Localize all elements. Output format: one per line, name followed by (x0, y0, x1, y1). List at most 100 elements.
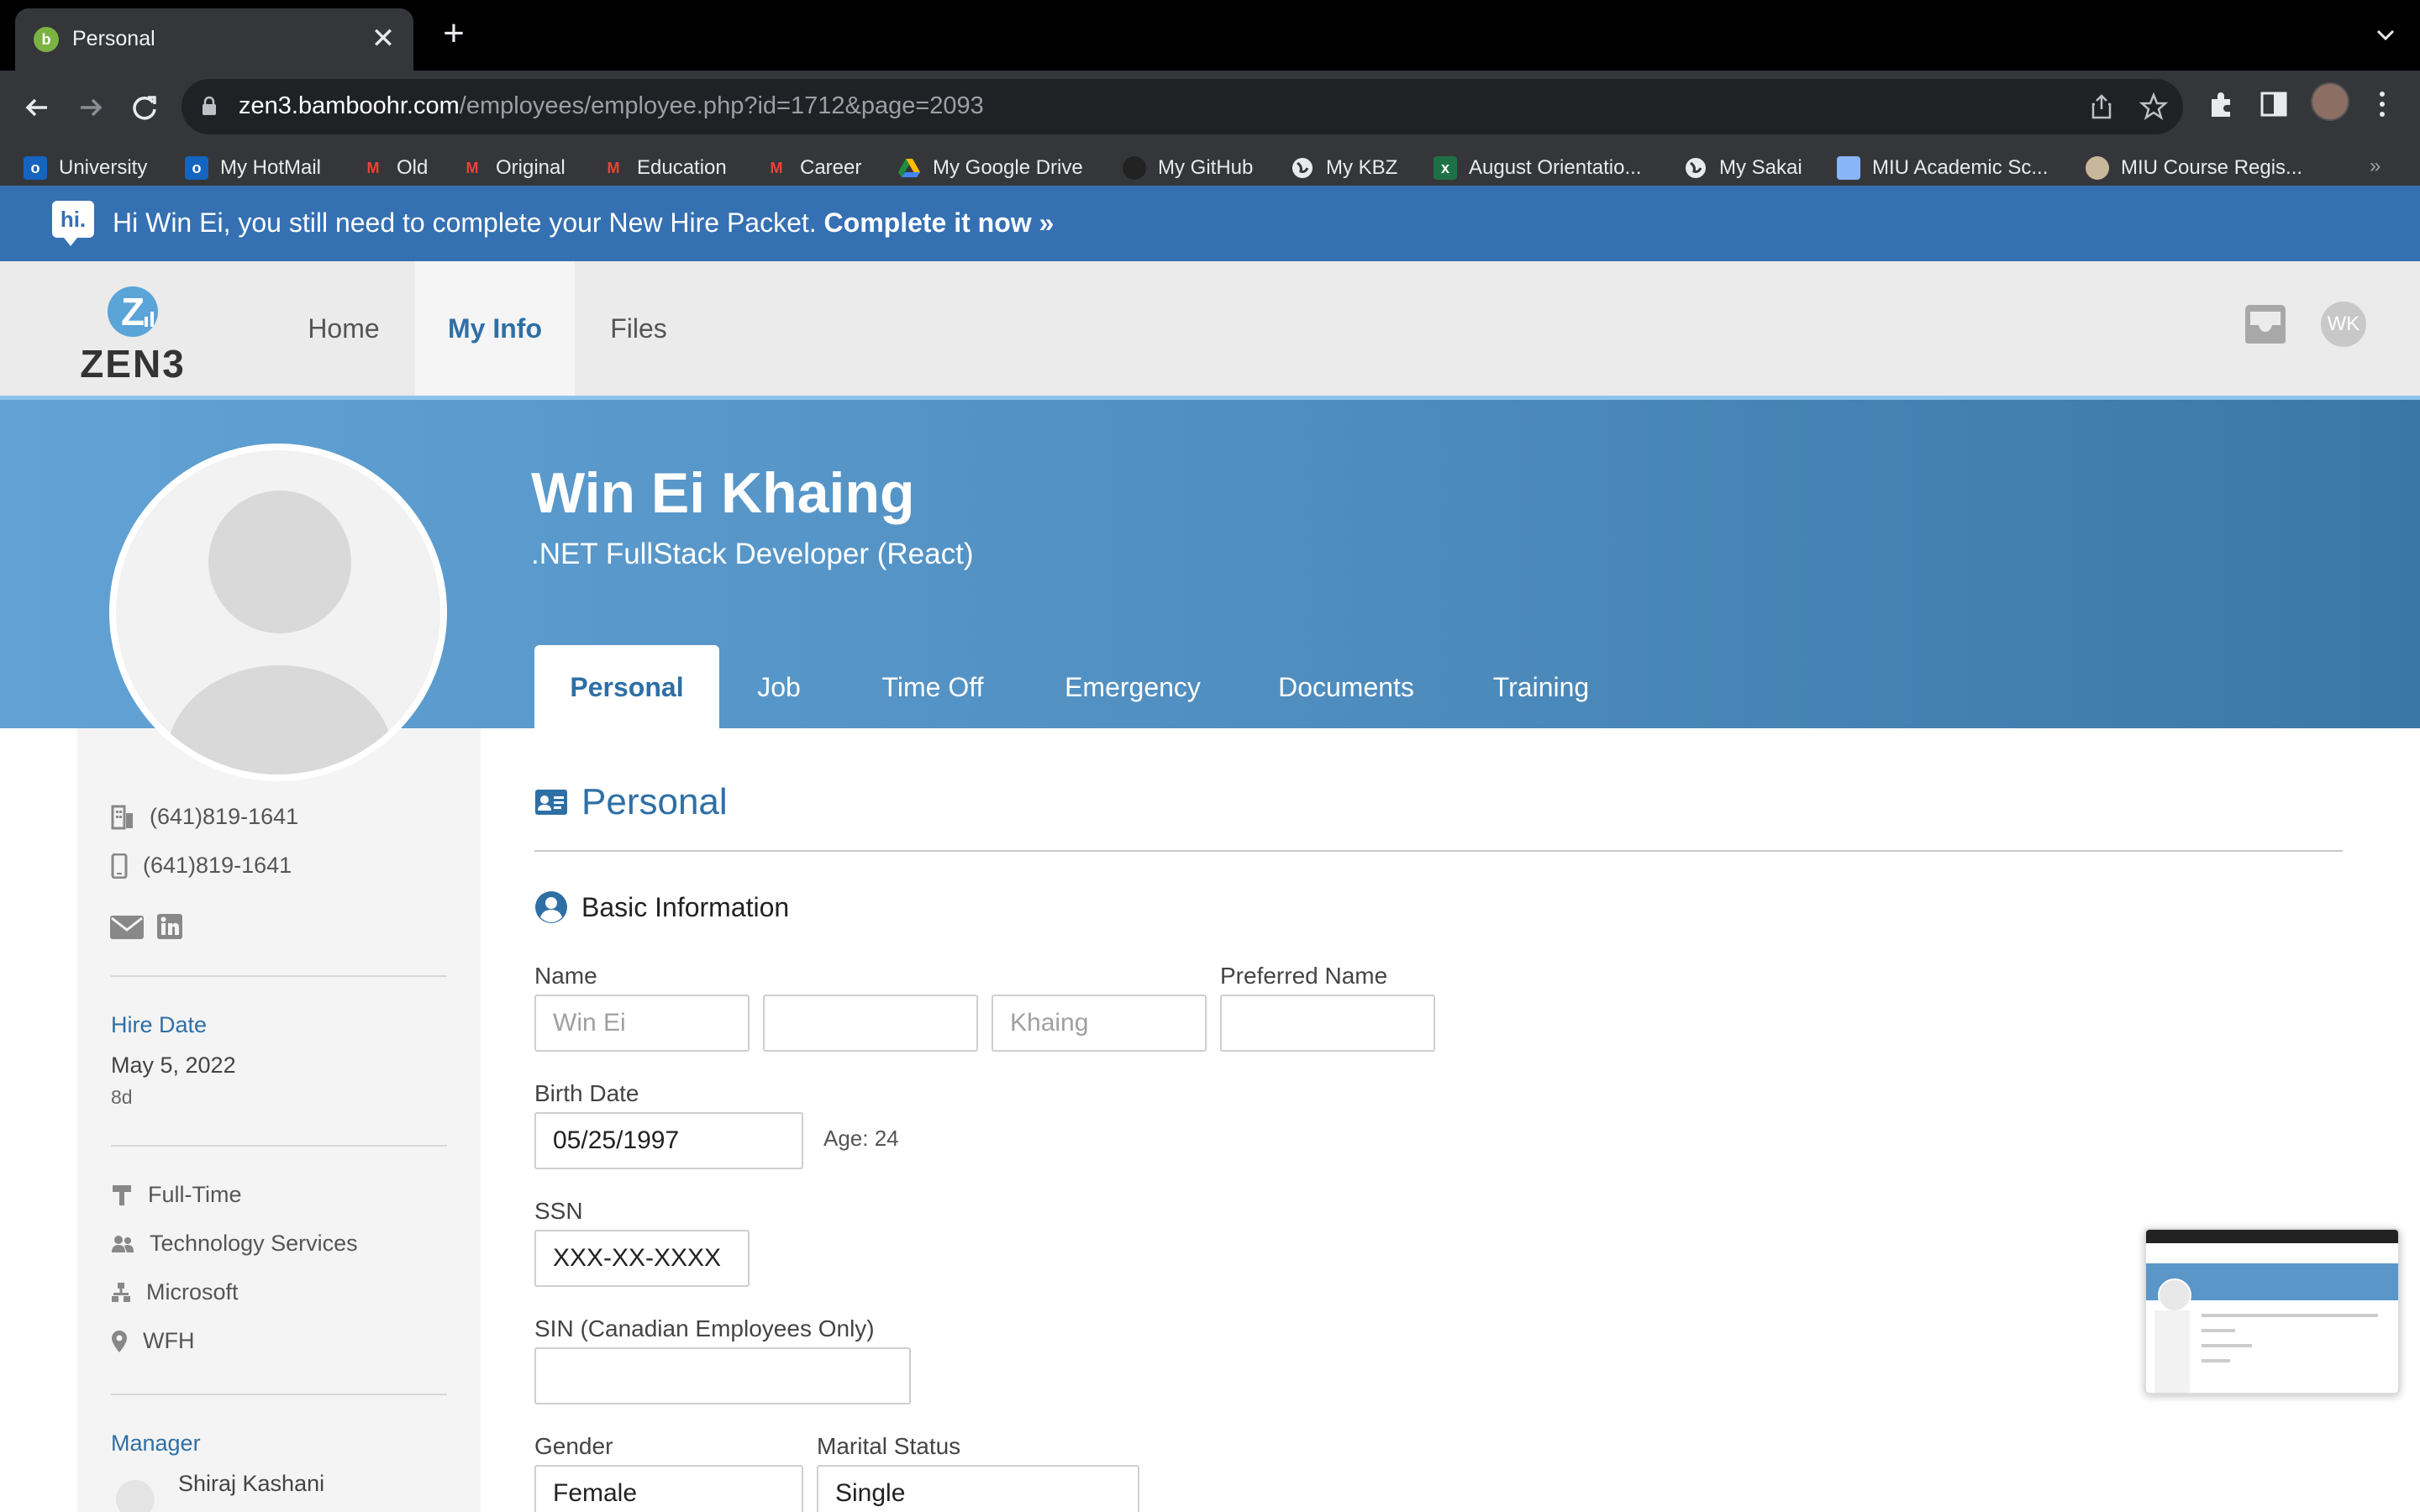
globe-icon (1684, 156, 1707, 180)
id-card-icon (535, 790, 567, 815)
bookmark-star-icon[interactable] (2139, 92, 2168, 121)
lock-icon[interactable] (202, 96, 217, 116)
marital-status-select[interactable]: Single (817, 1465, 1139, 1512)
divider (111, 1145, 447, 1147)
new-tab-button[interactable]: + (437, 15, 471, 52)
gender-select[interactable]: Female (534, 1465, 803, 1512)
bookmark-item[interactable]: M Education (602, 151, 727, 185)
share-icon[interactable] (2087, 92, 2116, 121)
org-chart-icon (112, 1282, 130, 1302)
svg-text:Z: Z (121, 290, 145, 333)
bookmark-item[interactable]: MIU Academic Sc... (1837, 151, 2048, 185)
thumb-line (2202, 1344, 2252, 1347)
address-bar[interactable]: zen3.bamboohr.com/employees/employee.php… (182, 79, 2183, 134)
email-icon[interactable] (109, 915, 145, 940)
gmail-icon: M (366, 160, 380, 176)
middle-name-field[interactable] (763, 995, 978, 1052)
office-phone-icon (111, 805, 133, 829)
division: Microsoft (111, 1279, 239, 1305)
bookmark-item[interactable]: My Google Drive (897, 151, 1083, 185)
employee-name: Win Ei Khaing (531, 461, 915, 525)
bookmarks-overflow-button[interactable]: » (2370, 155, 2381, 178)
svg-text:ZEN3: ZEN3 (80, 342, 186, 382)
drive-icon (897, 156, 921, 180)
thumb-avatar (2158, 1278, 2191, 1312)
bookmark-item[interactable]: My Sakai (1684, 151, 1802, 185)
bookmark-item[interactable]: MIU Course Regis... (2086, 151, 2302, 185)
preferred-name-field[interactable] (1220, 995, 1435, 1052)
gender-label: Gender (534, 1433, 613, 1459)
app-navigation: Z ZEN3 Home My Info Files WK (0, 261, 2420, 396)
browser-tab[interactable]: b Personal ✕ (15, 8, 413, 71)
side-panel-icon[interactable] (2257, 87, 2291, 121)
circle-icon (2086, 156, 2109, 180)
bookmark-item[interactable]: o My HotMail (185, 151, 321, 185)
bookmark-item[interactable]: o University (24, 151, 147, 185)
hire-date-label: Hire Date (111, 1012, 208, 1037)
inbox-icon[interactable] (2242, 303, 2289, 345)
preferred-name-label: Preferred Name (1220, 963, 1388, 989)
screenshot-preview-thumbnail[interactable] (2144, 1228, 2400, 1394)
nav-home[interactable]: Home (291, 261, 397, 396)
thumb-line (2202, 1329, 2235, 1332)
user-avatar[interactable]: WK (2321, 302, 2366, 347)
birth-date-field[interactable]: 05/25/1997 (534, 1112, 803, 1169)
chrome-menu-icon[interactable] (2370, 87, 2395, 121)
profile-photo-placeholder[interactable] (109, 444, 447, 781)
bookmark-item[interactable]: M Career (765, 151, 862, 185)
bamboohr-favicon-icon: b (34, 27, 59, 52)
sin-field[interactable] (534, 1347, 911, 1404)
chrome-profile-avatar[interactable] (2311, 82, 2349, 121)
mobile-phone-icon (111, 853, 128, 879)
bookmark-item[interactable]: My GitHub (1123, 151, 1253, 185)
globe-icon (1291, 156, 1314, 180)
new-hire-banner: hi. Hi Win Ei, you still need to complet… (0, 186, 2420, 261)
hire-date-value: May 5, 2022 (111, 1053, 236, 1078)
reload-icon[interactable] (126, 89, 163, 126)
tab-time-off[interactable]: Time Off (859, 645, 1007, 729)
extensions-puzzle-icon[interactable] (2205, 87, 2238, 121)
pushpin-icon (113, 1184, 131, 1205)
employment-type: Full-Time (111, 1182, 242, 1208)
gmail-icon: M (607, 160, 620, 176)
bookmark-item[interactable]: My KBZ (1291, 151, 1397, 185)
bookmark-item[interactable]: M Old (361, 151, 429, 185)
nav-my-info[interactable]: My Info (415, 261, 575, 396)
tab-emergency[interactable]: Emergency (1050, 645, 1215, 729)
thumb-sidebar (2154, 1310, 2190, 1393)
excel-icon: x (1434, 156, 1457, 180)
mobile-phone: (641)819-1641 (111, 853, 292, 879)
back-arrow-icon[interactable] (18, 89, 55, 126)
employee-sidebar: (641)819-1641 (641)819-1641 Hire Date Ma… (77, 728, 481, 1512)
bookmark-item[interactable]: M Original (460, 151, 566, 185)
first-name-field[interactable]: Win Ei (534, 995, 750, 1052)
linkedin-icon[interactable] (156, 913, 183, 940)
map-pin-icon (112, 1330, 127, 1352)
manager-avatar[interactable] (116, 1480, 155, 1512)
close-tab-icon[interactable]: ✕ (368, 24, 398, 54)
manager-label: Manager (111, 1431, 201, 1456)
browser-toolbar: zen3.bamboohr.com/employees/employee.php… (0, 71, 2420, 198)
outlook-icon: o (185, 156, 208, 180)
gmail-icon: M (466, 160, 479, 176)
tab-training[interactable]: Training (1482, 645, 1600, 729)
work-phone: (641)819-1641 (111, 804, 298, 830)
complete-it-now-link[interactable]: Complete it now » (824, 207, 1055, 238)
nav-files[interactable]: Files (593, 261, 684, 396)
tab-title: Personal (72, 27, 155, 50)
forward-arrow-icon[interactable] (72, 89, 109, 126)
banner-message: Hi Win Ei, you still need to complete yo… (113, 207, 1055, 238)
manager-name[interactable]: Shiraj Kashani (178, 1471, 324, 1497)
section-title-personal: Personal (534, 781, 728, 823)
bookmark-item[interactable]: x August Orientatio... (1434, 151, 1641, 185)
tab-search-chevron-icon[interactable] (2373, 22, 2398, 47)
github-icon (1123, 156, 1146, 180)
tab-documents[interactable]: Documents (1262, 645, 1430, 729)
thumb-line (2202, 1359, 2230, 1362)
url-text[interactable]: zen3.bamboohr.com/employees/employee.php… (239, 92, 984, 120)
sin-label: SIN (Canadian Employees Only) (534, 1315, 875, 1341)
last-name-field[interactable]: Khaing (992, 995, 1207, 1052)
tab-job[interactable]: Job (736, 645, 822, 729)
ssn-field[interactable]: XXX-XX-XXXX (534, 1230, 750, 1287)
tab-personal[interactable]: Personal (534, 645, 719, 729)
